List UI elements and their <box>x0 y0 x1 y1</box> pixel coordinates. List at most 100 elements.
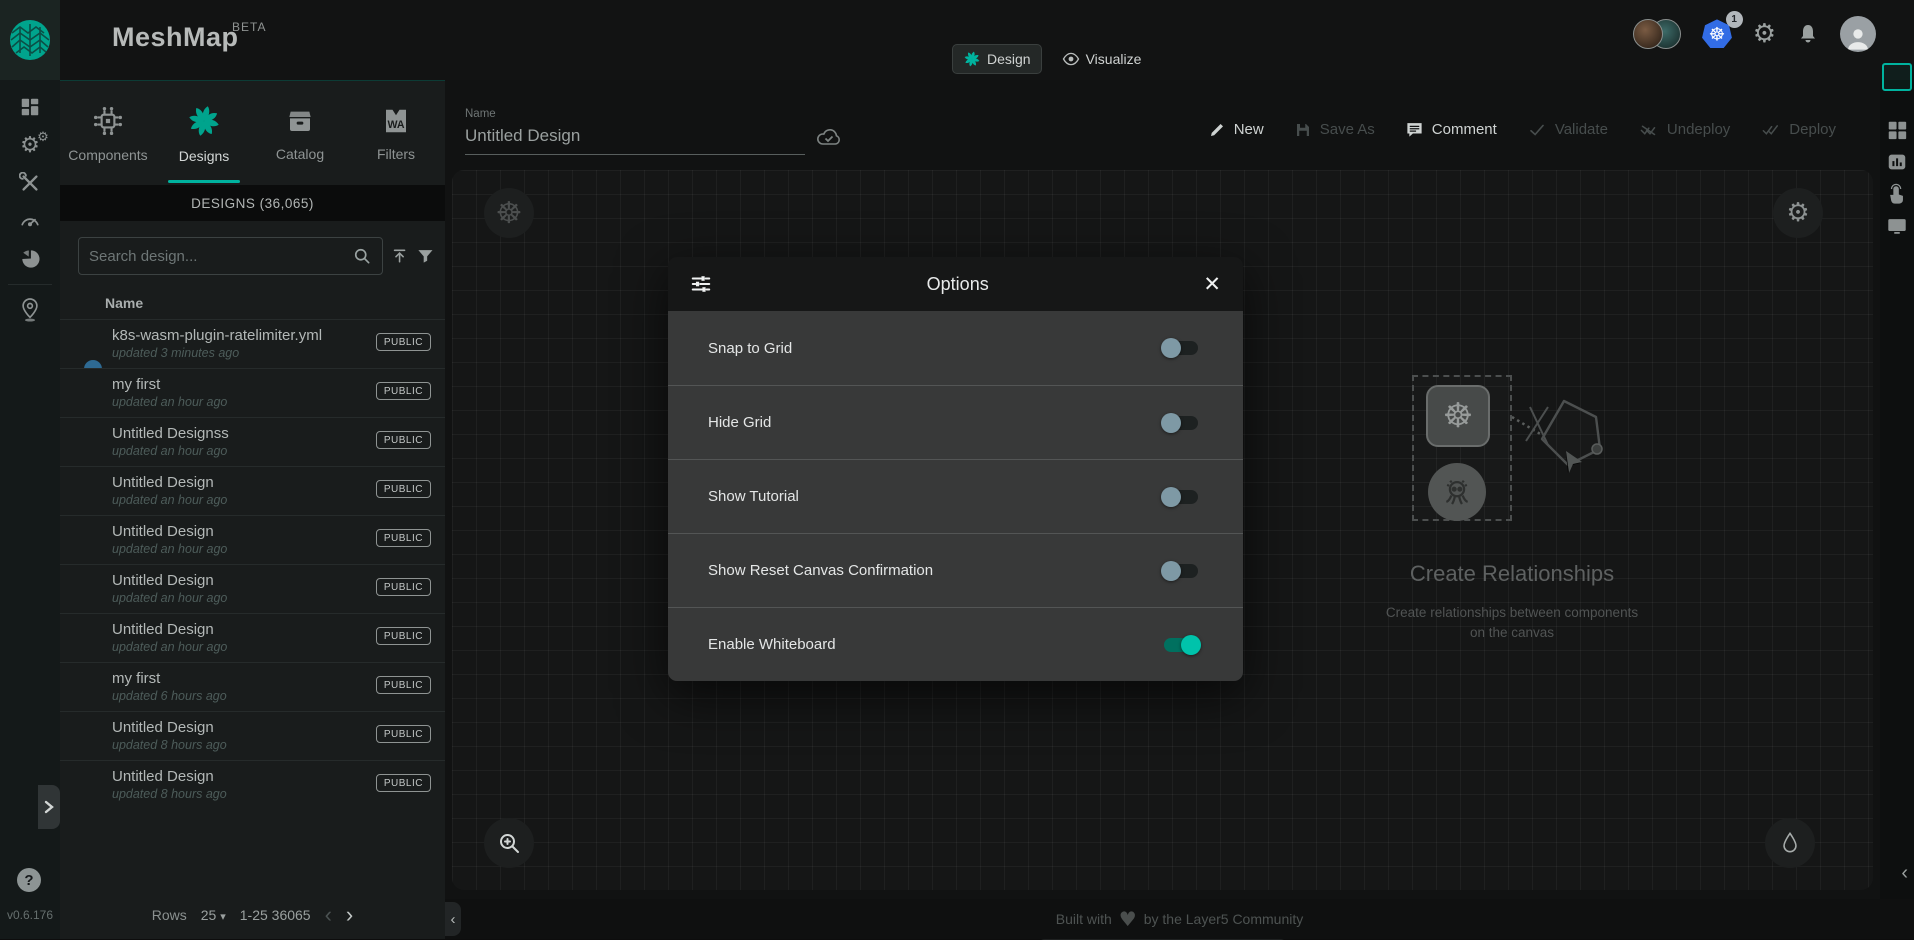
design-row[interactable]: k8s-wasm-plugin-ratelimiter.yml updated … <box>60 319 445 368</box>
design-row[interactable]: Untitled Design updated an hour ago PUBL… <box>60 515 445 564</box>
canvas-k8s-button[interactable]: ☸ <box>484 188 534 238</box>
tab-filters[interactable]: WA Filters <box>348 81 444 185</box>
option-row-enable-whiteboard: Enable Whiteboard <box>668 607 1243 681</box>
tab-designs[interactable]: Designs <box>156 81 252 185</box>
design-visibility-badge: PUBLIC <box>376 725 431 743</box>
save-as-button[interactable]: Save As <box>1294 121 1375 139</box>
right-rail-interaction-touch-icon[interactable] <box>1880 178 1914 210</box>
option-label: Hide Grid <box>708 414 771 431</box>
tab-catalog[interactable]: Catalog <box>252 81 348 185</box>
undeploy-button[interactable]: Undeploy <box>1638 121 1730 139</box>
close-modal-button[interactable]: ✕ <box>1203 272 1221 296</box>
layer5-logo[interactable] <box>0 0 60 80</box>
undeploy-crossed-checks-icon <box>1638 121 1659 139</box>
layer5-mesh-icon <box>8 18 52 62</box>
nav-lifecycle-gears-icon[interactable]: ⚙ ⚙ <box>0 126 60 164</box>
validate-button[interactable]: Validate <box>1527 121 1608 139</box>
collapse-right-panel-button[interactable]: ‹ <box>1901 862 1908 885</box>
design-row[interactable]: Untitled Design updated an hour ago PUBL… <box>60 466 445 515</box>
design-visibility-badge: PUBLIC <box>376 480 431 498</box>
help-button[interactable]: ? <box>17 868 41 892</box>
tab-components-label: Components <box>68 147 147 163</box>
mode-design-label: Design <box>987 51 1031 67</box>
option-label: Enable Whiteboard <box>708 636 836 653</box>
settings-gear-icon[interactable]: ⚙ <box>1753 19 1776 49</box>
filter-funnel-icon[interactable] <box>416 246 435 266</box>
cloud-saved-icon <box>815 126 843 148</box>
design-visibility-badge: PUBLIC <box>376 627 431 645</box>
designs-panel: Components Designs <box>60 80 445 939</box>
ink-drop-icon <box>1779 831 1801 855</box>
tutorial-title: Create Relationships <box>1362 561 1662 587</box>
notifications-bell-icon[interactable] <box>1796 21 1820 47</box>
tutorial-k8s-node: ☸ <box>1426 385 1490 447</box>
nav-service-mesh-icon[interactable] <box>0 240 60 278</box>
new-design-button[interactable]: New <box>1208 121 1264 139</box>
hide-grid-toggle[interactable] <box>1164 416 1198 430</box>
design-row[interactable]: Untitled Design updated 8 hours ago PUBL… <box>60 711 445 760</box>
option-label: Show Tutorial <box>708 488 799 505</box>
prev-page-button[interactable]: ‹ <box>325 904 332 926</box>
save-floppy-icon <box>1294 121 1312 139</box>
nav-configuration-tools-icon[interactable] <box>0 164 60 202</box>
footer-bar: ‹ Built with ♥ by the Layer5 Community <box>445 899 1914 939</box>
right-rail-dashboard-chart-icon[interactable] <box>1880 146 1914 178</box>
footer-collapse-tab[interactable]: ‹ <box>445 902 461 936</box>
search-box[interactable] <box>78 237 383 275</box>
canvas-settings-button[interactable]: ⚙ <box>1773 188 1823 238</box>
magnifier-plus-icon <box>497 831 521 855</box>
design-name-input[interactable] <box>465 124 805 155</box>
rows-per-page-select[interactable]: 25 ▾ <box>201 907 226 923</box>
tutorial-card-relationships: ☸ <box>1362 375 1662 644</box>
pencil-icon <box>1208 121 1226 139</box>
design-row[interactable]: my first updated an hour ago PUBLIC <box>60 368 445 417</box>
zoom-in-button[interactable] <box>484 818 534 868</box>
chevron-right-icon <box>43 800 55 814</box>
tutorial-meshery-node <box>1428 463 1486 521</box>
search-icon[interactable] <box>352 246 372 266</box>
footer-suffix: by the Layer5 Community <box>1144 911 1304 927</box>
right-rail-display-icon[interactable] <box>1880 210 1914 242</box>
options-modal: Options ✕ Snap to Grid Hide Grid Show Tu… <box>668 257 1243 681</box>
svg-text:☸: ☸ <box>1708 25 1725 46</box>
tab-components[interactable]: Components <box>60 81 156 185</box>
k8s-context-switcher[interactable]: ☸ 1 <box>1701 18 1733 50</box>
tutorial-pentagon-drag <box>1508 391 1608 511</box>
snap-to-grid-toggle[interactable] <box>1164 341 1198 355</box>
components-chip-icon <box>91 104 125 138</box>
search-row <box>60 221 445 285</box>
show-reset-canvas-confirmation-toggle[interactable] <box>1164 564 1198 578</box>
design-row[interactable]: Untitled Design updated an hour ago PUBL… <box>60 613 445 662</box>
nav-meshmap-pin-icon[interactable] <box>0 291 60 329</box>
design-visibility-badge: PUBLIC <box>376 382 431 400</box>
collaborator-avatar-1[interactable] <box>1633 19 1663 49</box>
show-tutorial-toggle[interactable] <box>1164 490 1198 504</box>
next-page-button[interactable]: › <box>346 904 353 926</box>
design-row[interactable]: Untitled Design updated 8 hours ago PUBL… <box>60 760 445 809</box>
design-visibility-badge: PUBLIC <box>376 431 431 449</box>
design-row[interactable]: Untitled Designss updated an hour ago PU… <box>60 417 445 466</box>
heart-icon: ♥ <box>1119 907 1137 931</box>
enable-whiteboard-toggle[interactable] <box>1164 638 1198 652</box>
design-row[interactable]: Untitled Design updated an hour ago PUBL… <box>60 564 445 613</box>
right-rail-active-panel-button[interactable] <box>1882 63 1912 91</box>
tutorial-description: Create relationships between components … <box>1383 603 1641 644</box>
search-input[interactable] <box>89 248 352 265</box>
expand-sidebar-button[interactable] <box>38 785 60 829</box>
user-avatar[interactable] <box>1840 16 1876 52</box>
nav-performance-gauge-icon[interactable] <box>0 202 60 240</box>
comment-button[interactable]: Comment <box>1405 120 1497 139</box>
option-label: Snap to Grid <box>708 340 792 357</box>
deploy-double-check-icon <box>1760 121 1781 139</box>
mode-visualize[interactable]: Visualize <box>1052 45 1152 73</box>
whiteboard-pen-button[interactable] <box>1765 818 1815 868</box>
octopus-icon <box>1440 475 1474 509</box>
design-row[interactable]: my first updated 6 hours ago PUBLIC <box>60 662 445 711</box>
nav-dashboard-icon[interactable] <box>0 88 60 126</box>
design-name-label: Name <box>465 108 496 120</box>
import-design-icon[interactable] <box>391 246 408 266</box>
design-visibility-badge: PUBLIC <box>376 578 431 596</box>
mode-design[interactable]: Design <box>952 44 1042 74</box>
deploy-button[interactable]: Deploy <box>1760 121 1836 139</box>
right-rail-grid-view-icon[interactable] <box>1880 114 1914 146</box>
